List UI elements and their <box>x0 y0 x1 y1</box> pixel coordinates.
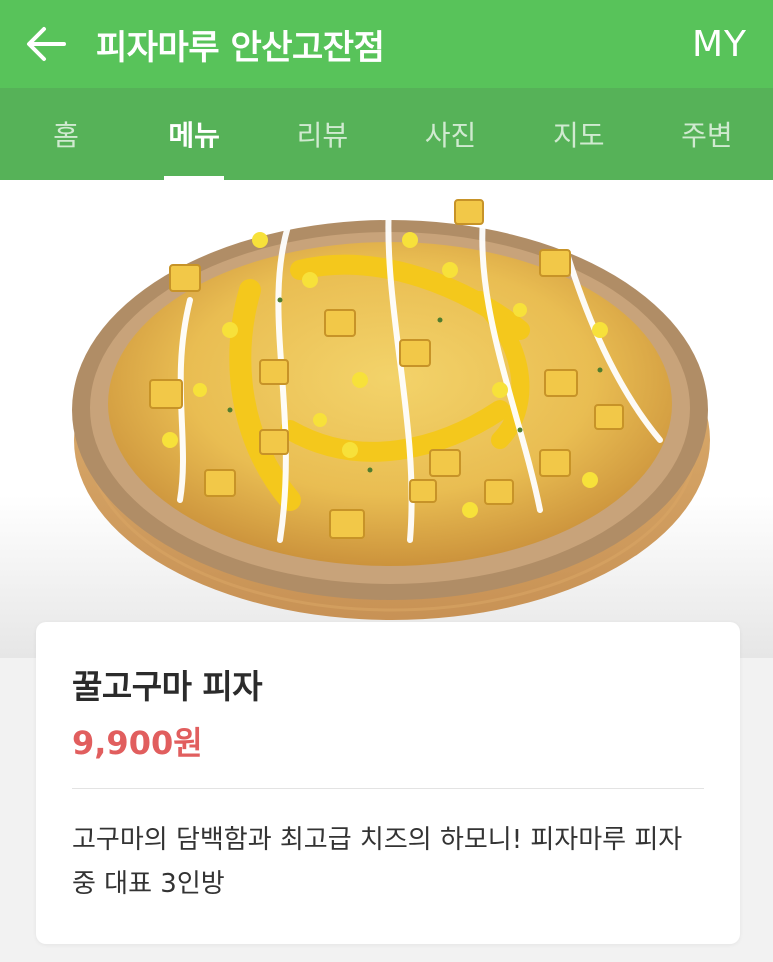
tab-label: 리뷰 <box>296 119 349 152</box>
my-button[interactable]: MY <box>692 0 747 88</box>
menu-photo <box>0 180 773 658</box>
tab-photo[interactable]: 사진 <box>403 88 499 180</box>
tab-map[interactable]: 지도 <box>531 88 627 180</box>
tab-label: 주변 <box>681 119 733 152</box>
back-button[interactable] <box>0 0 96 88</box>
tab-label: 메뉴 <box>168 119 220 152</box>
top-app-bar: 피자마루 안산고잔점 MY <box>0 0 773 88</box>
tab-home[interactable]: 홈 <box>18 88 114 180</box>
tab-bar: 홈 메뉴 리뷰 사진 지도 주변 <box>0 88 773 180</box>
menu-price: 9,900원 <box>72 724 203 762</box>
menu-detail-card: 꿀고구마 피자 9,900원 고구마의 담백함과 최고급 치즈의 하모니! 피자… <box>36 622 740 944</box>
tab-label: 사진 <box>424 119 477 152</box>
divider <box>72 788 704 789</box>
tab-nearby[interactable]: 주변 <box>659 88 755 180</box>
page-title: 피자마루 안산고잔점 <box>96 27 385 68</box>
tab-review[interactable]: 리뷰 <box>274 88 370 180</box>
menu-name: 꿀고구마 피자 <box>72 667 263 706</box>
tab-label: 지도 <box>552 119 605 152</box>
menu-description: 고구마의 담백함과 최고급 치즈의 하모니! 피자마루 피자 중 대표 3인방 <box>72 825 683 899</box>
tab-label: 홈 <box>53 119 79 152</box>
pizza-image <box>72 187 710 620</box>
tab-menu[interactable]: 메뉴 <box>146 88 242 180</box>
arrow-left-icon <box>27 27 66 61</box>
